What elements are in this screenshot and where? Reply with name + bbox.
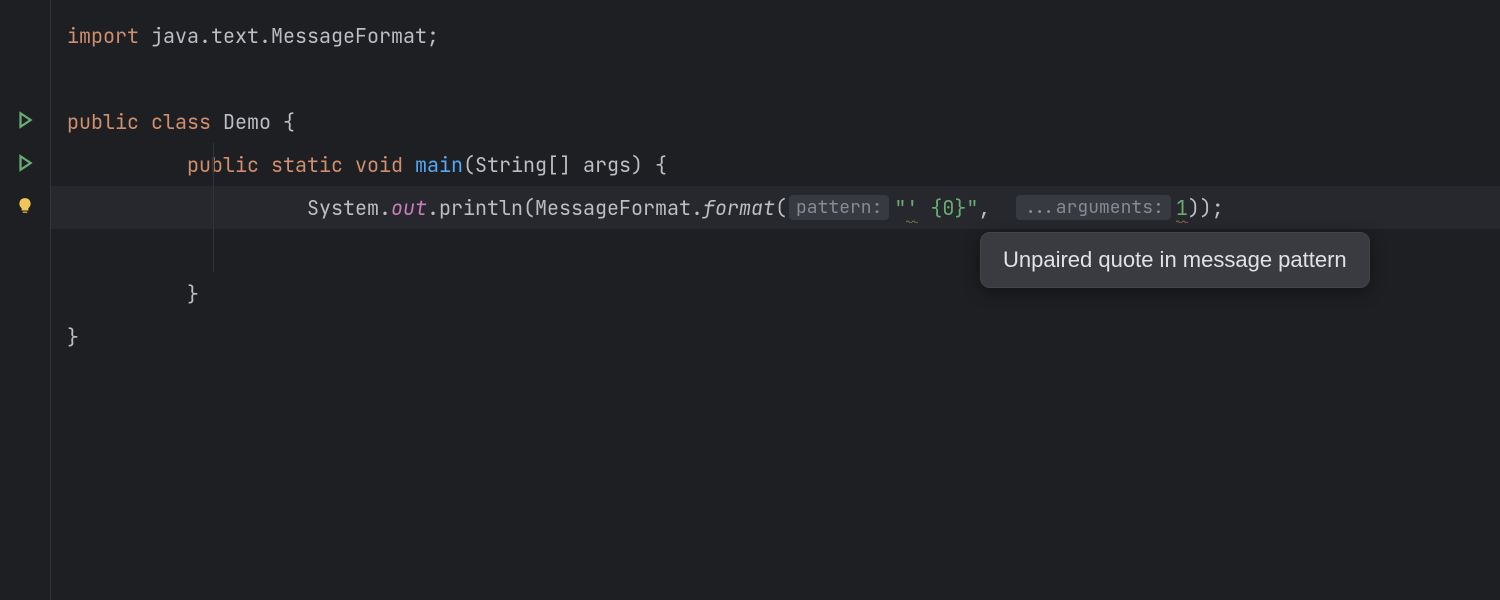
import-target: java.text.MessageFormat; — [139, 23, 439, 49]
close-brace: } — [187, 281, 199, 307]
code-editor[interactable]: import java.text.MessageFormat; public c… — [0, 0, 1500, 600]
code-line-8[interactable]: } — [51, 315, 1500, 358]
class-decl-rest: Demo { — [211, 109, 295, 135]
run-icon[interactable] — [16, 109, 34, 135]
keyword-public: public — [187, 152, 259, 178]
gutter-line-2 — [0, 57, 50, 100]
gutter-run-class[interactable] — [0, 100, 50, 143]
keyword-import: import — [67, 23, 139, 49]
out-field: out — [391, 195, 427, 221]
number-literal: 1 — [1176, 195, 1188, 221]
code-area[interactable]: import java.text.MessageFormat; public c… — [50, 0, 1500, 600]
editor-gutter — [0, 0, 50, 600]
tooltip-text: Unpaired quote in message pattern — [1003, 247, 1347, 272]
param-hint-arguments: ...arguments: — [1016, 195, 1170, 220]
code-line-4[interactable]: public static void main(String[] args) { — [51, 143, 1500, 186]
keyword-static: static — [271, 152, 343, 178]
gutter-line-1 — [0, 14, 50, 57]
indent-guide — [213, 229, 214, 272]
code-line-3[interactable]: public class Demo { — [51, 100, 1500, 143]
keyword-class: class — [151, 109, 211, 135]
indent-guide — [213, 186, 214, 229]
code-line-1[interactable]: import java.text.MessageFormat; — [51, 14, 1500, 57]
code-line-2[interactable] — [51, 57, 1500, 100]
keyword-public: public — [67, 109, 139, 135]
gutter-run-main[interactable] — [0, 143, 50, 186]
method-params: (String[] args) { — [463, 152, 667, 178]
param-hint-pattern: pattern: — [789, 195, 889, 220]
run-icon[interactable] — [16, 152, 34, 178]
format-method: format — [703, 195, 775, 221]
system-ref: System. — [307, 195, 391, 221]
indent-guide — [213, 143, 214, 186]
string-literal-open: " — [894, 195, 906, 221]
string-literal-rest: {0}" — [918, 195, 978, 221]
bulb-icon[interactable] — [16, 195, 34, 221]
code-line-5[interactable]: System.out.println(MessageFormat.format(… — [51, 186, 1500, 229]
method-main: main — [415, 152, 463, 178]
close-brace: } — [67, 324, 79, 350]
string-literal-quote: ' — [906, 195, 918, 221]
keyword-void: void — [355, 152, 403, 178]
println-call: .println(MessageFormat. — [427, 195, 703, 221]
inspection-tooltip: Unpaired quote in message pattern — [980, 232, 1370, 288]
